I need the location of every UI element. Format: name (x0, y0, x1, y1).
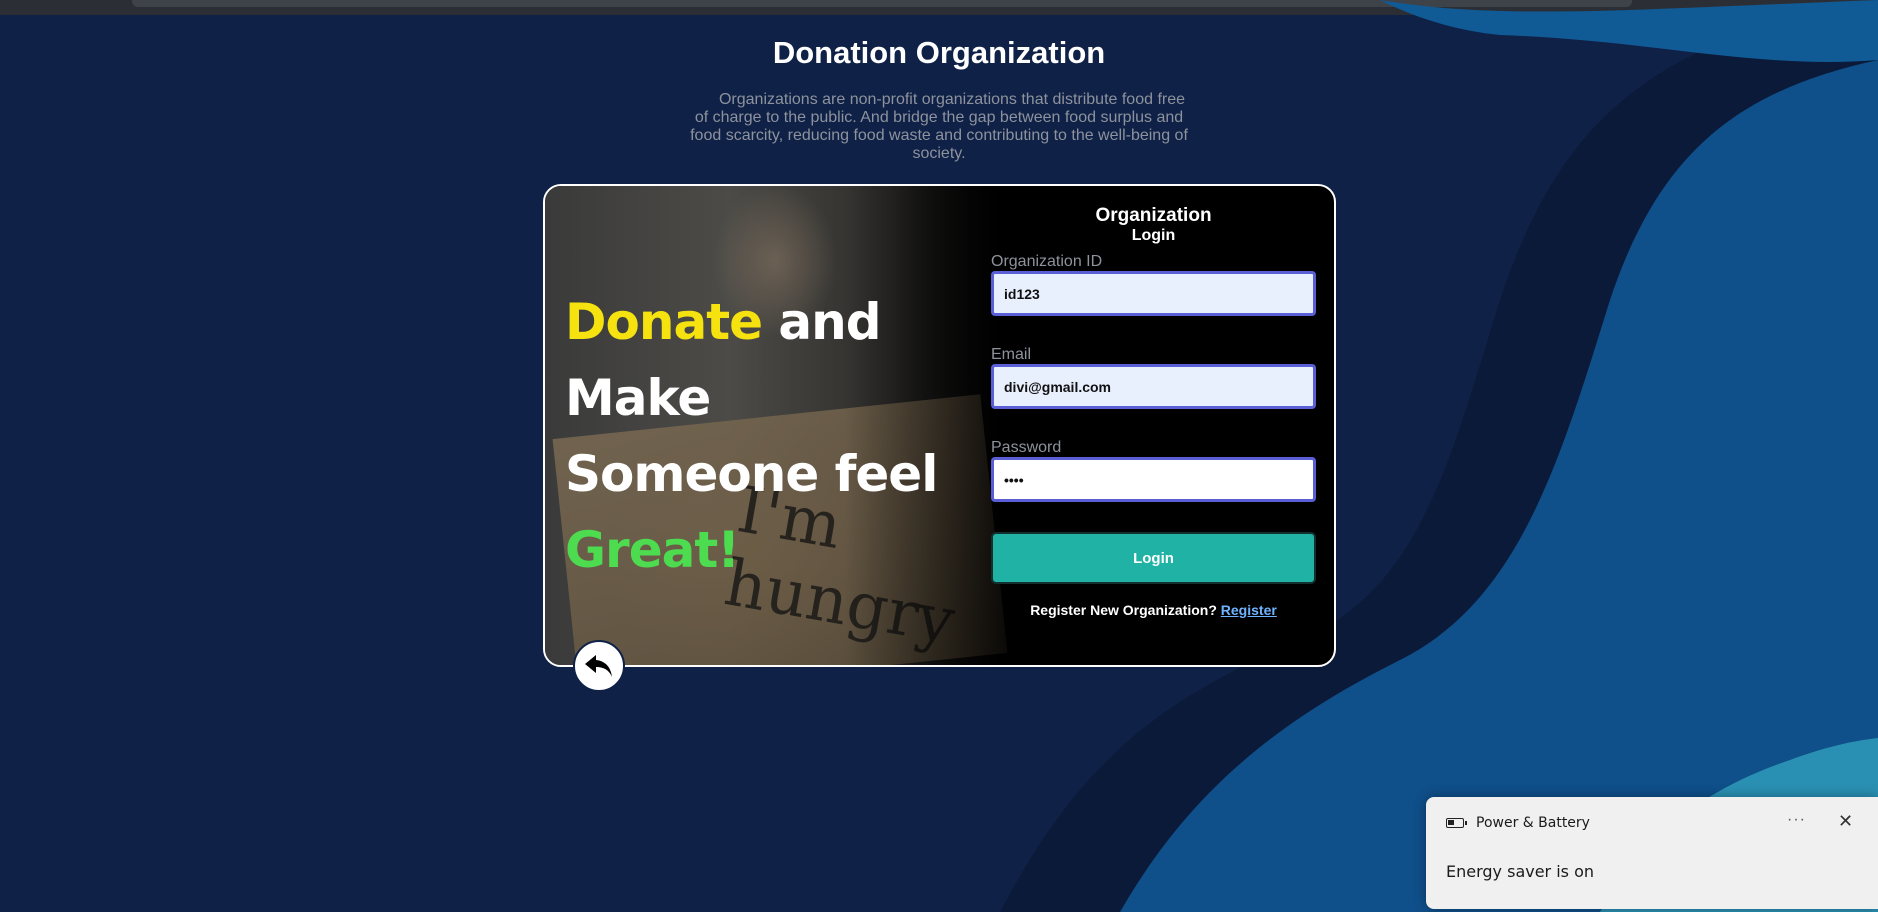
login-form: Organization Login Organization ID Email… (991, 206, 1316, 618)
login-card: I'm hungry Donate and Make Someone feel … (543, 184, 1336, 667)
tagline-great: Great! (565, 521, 740, 579)
register-link[interactable]: Register (1221, 602, 1277, 618)
page-description: Organizations are non-profit organizatio… (690, 91, 1188, 162)
notification-header: Power & Battery (1446, 815, 1590, 831)
close-icon[interactable]: ✕ (1838, 811, 1853, 832)
more-options-icon[interactable]: ··· (1787, 811, 1806, 829)
battery-icon (1446, 818, 1467, 828)
org-id-label: Organization ID (991, 253, 1103, 270)
login-button[interactable]: Login (991, 532, 1316, 584)
tagline-make: Make (565, 369, 711, 427)
back-button[interactable] (573, 640, 625, 692)
email-input[interactable] (991, 364, 1316, 409)
form-title: Organization (1095, 205, 1212, 226)
form-subtitle: Login (1131, 227, 1176, 244)
password-input[interactable] (991, 457, 1316, 502)
hero-tagline: Donate and Make Someone feel Great! (565, 284, 965, 588)
tagline-and: and (762, 293, 881, 351)
password-label: Password (991, 439, 1062, 456)
register-prompt: Register New Organization? (1030, 602, 1217, 618)
tagline-someone: Someone feel (565, 445, 938, 503)
page-title: Donation Organization (772, 35, 1106, 70)
notification-toast[interactable]: Power & Battery ··· ✕ Energy saver is on (1426, 797, 1878, 909)
notification-message: Energy saver is on (1446, 862, 1595, 881)
notification-app: Power & Battery (1476, 815, 1590, 831)
org-id-input[interactable] (991, 271, 1316, 316)
email-label: Email (991, 346, 1032, 363)
register-line: Register New Organization? Register (991, 602, 1316, 618)
undo-arrow-icon (585, 655, 612, 677)
tagline-donate: Donate (565, 293, 763, 351)
